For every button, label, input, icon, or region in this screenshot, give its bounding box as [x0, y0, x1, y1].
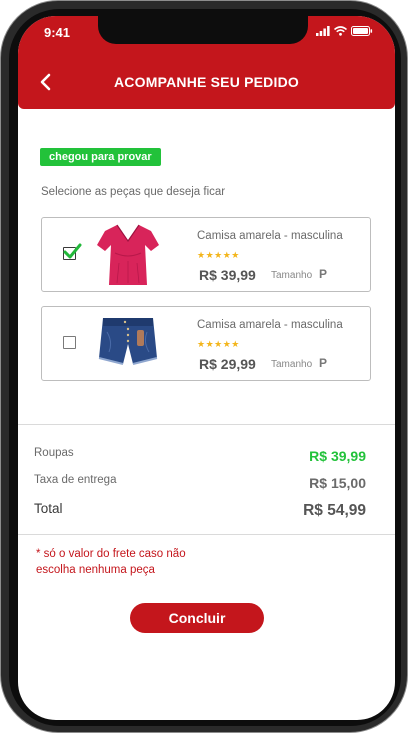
battery-icon: [351, 26, 373, 36]
status-time: 9:41: [44, 25, 71, 40]
size-label: Tamanho: [271, 359, 313, 370]
delivery-fee-label: Taxa de entrega: [34, 474, 117, 486]
clothes-label: Roupas: [34, 447, 74, 459]
selection-instruction: Selecione as peças que deseja ficar: [41, 186, 226, 198]
delivery-fee-value: R$ 15,00: [309, 475, 366, 491]
size-label: Tamanho: [271, 270, 313, 281]
rating-stars: ★★★★★: [197, 250, 240, 260]
rating-stars: ★★★★★: [197, 339, 240, 349]
status-badge: chegou para provar: [40, 148, 161, 166]
checkmark-icon: [63, 243, 82, 259]
product-price: R$ 29,99: [199, 356, 256, 372]
total-label: Total: [34, 501, 63, 516]
size-value: P: [319, 267, 328, 281]
conclude-button[interactable]: Concluir: [130, 603, 264, 633]
section-divider: [18, 534, 395, 535]
section-divider: [18, 424, 395, 425]
size-value: P: [319, 356, 328, 370]
signal-icon: [316, 26, 330, 36]
camera-notch: [98, 16, 308, 44]
product-price: R$ 39,99: [199, 267, 256, 283]
shipping-note: * só o valor do frete caso não escolha n…: [36, 548, 186, 576]
total-value: R$ 54,99: [303, 502, 366, 519]
product-checkbox[interactable]: [63, 243, 82, 260]
wifi-icon: [334, 26, 347, 36]
app-screen: 9:41 ACOMPANHE SEU PEDIDO chegou para pr…: [18, 16, 395, 720]
product-card[interactable]: Camisa amarela - masculina ★★★★★ R$ 29,9…: [41, 306, 371, 381]
product-card[interactable]: Camisa amarela - masculina ★★★★★ R$ 39,9…: [41, 217, 371, 292]
pink-blouse-image: [97, 224, 159, 285]
product-checkbox[interactable]: [63, 336, 76, 349]
status-icons: [316, 26, 373, 36]
product-name: Camisa amarela - masculina: [197, 230, 343, 242]
page-title: ACOMPANHE SEU PEDIDO: [114, 74, 299, 90]
denim-shorts-image: [98, 318, 158, 365]
clothes-value: R$ 39,99: [309, 448, 366, 464]
product-name: Camisa amarela - masculina: [197, 319, 343, 331]
app-header: 9:41 ACOMPANHE SEU PEDIDO: [18, 16, 395, 109]
